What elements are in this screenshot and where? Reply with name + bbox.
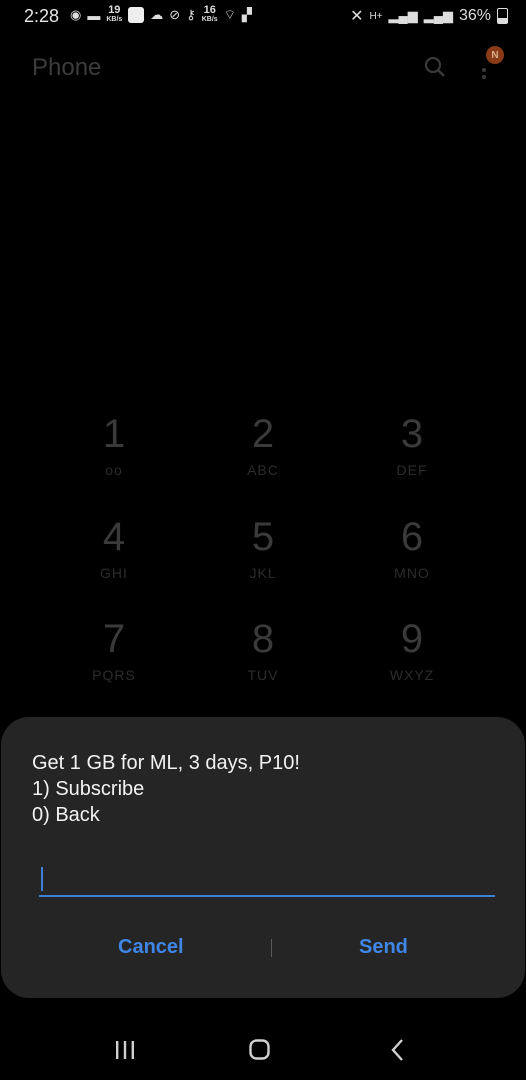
messenger-icon: ◉ [70,7,82,22]
key-icon: ⚷ [186,7,196,22]
voicemail-icon: oo [105,462,123,478]
mute-icon: ✕ [350,8,364,25]
key-8[interactable]: 8 TUV [188,617,338,683]
key-5[interactable]: 5 JKL [188,515,338,581]
button-divider [271,939,272,957]
status-time: 2:28 [24,6,60,26]
ussd-dialog: Get 1 GB for ML, 3 days, P10! 1) Subscri… [1,717,525,998]
status-right: ✕ H+ ▂▄▆ ▂▄▆ 36% [350,6,508,26]
send-button[interactable]: Send [359,936,408,959]
text-cursor [41,867,43,891]
recent-apps-icon[interactable] [114,1040,136,1060]
speed-indicator-1: 19 KB/s [106,4,123,24]
home-icon[interactable] [249,1039,270,1060]
search-icon[interactable] [424,56,446,78]
key-6[interactable]: 6 MNO [337,515,487,581]
key-1[interactable]: 1 oo [39,412,189,478]
key-3[interactable]: 3 DEF [337,412,487,478]
notification-badge: N [486,46,504,64]
battery-percent: 36% [458,7,491,24]
app-notification-icon [128,7,145,23]
cancel-button[interactable]: Cancel [118,936,184,959]
reply-input[interactable] [39,867,495,897]
navigation-bar [0,1020,526,1080]
battery-icon [497,8,508,24]
page-title: Phone [32,54,102,81]
signal-icon: ▂▄▆ [388,8,418,23]
cloud-icon: ☁ [150,7,164,22]
wifi-icon: ⌔ [223,7,236,22]
signal-weak-icon: ▞ [241,7,252,22]
status-bar: 2:28 ◉ ▬ 19 KB/s ☁ ⊘ ⚷ 16 KB/s ⌔ ▞ ✕ H+ … [0,0,526,34]
signal-icon-2: ▂▄▆ [423,8,453,23]
network-type: H+ [369,10,383,22]
sync-off-icon: ⊘ [169,7,181,22]
ussd-message: Get 1 GB for ML, 3 days, P10! 1) Subscri… [32,752,300,826]
speed-indicator-2: 16 KB/s [201,4,218,24]
chat-icon: ▬ [87,7,101,23]
key-4[interactable]: 4 GHI [39,515,189,581]
key-2[interactable]: 2 ABC [188,412,338,478]
key-9[interactable]: 9 WXYZ [337,617,487,683]
back-icon[interactable] [390,1038,406,1062]
notification-icons: ◉ ▬ 19 KB/s ☁ ⊘ ⚷ 16 KB/s ⌔ ▞ [70,4,252,24]
key-7[interactable]: 7 PQRS [39,617,189,683]
